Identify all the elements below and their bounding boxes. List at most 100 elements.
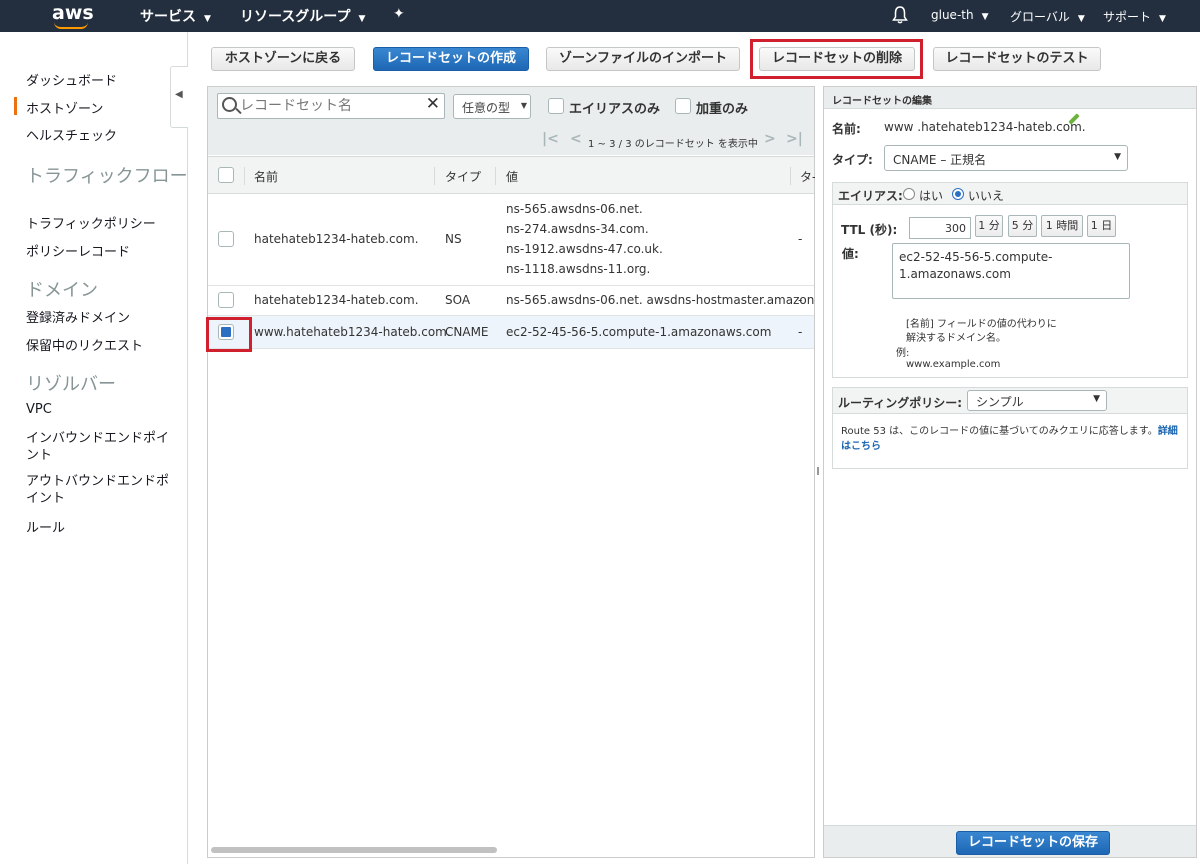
chevron-down-icon: ▼ [358,14,366,24]
services-menu[interactable]: サービス ▼ [140,6,211,26]
row-value: ns-565.awsdns-06.net. awsdns-hostmaster.… [506,293,819,307]
row-value: ns-1912.awsdns-47.co.uk. [506,242,663,256]
type-select[interactable]: CNAME – 正規名 ▼ [884,145,1128,171]
chevron-down-icon: ▼ [520,101,527,110]
delete-record-set-button[interactable]: レコードセットの削除 [759,47,915,71]
table-row-selected[interactable]: www.hatehateb1234-hateb.com. CNAME ec2-5… [208,316,814,349]
table-row[interactable]: hatehateb1234-hateb.com. NS ns-565.awsdn… [208,194,814,286]
column-divider [790,167,791,185]
user-menu[interactable]: glue-th ▼ [931,8,989,22]
sidebar-item-policy-records[interactable]: ポリシーレコード [26,241,130,260]
aws-smile-icon [54,22,88,29]
resource-groups-menu[interactable]: リソースグループ ▼ [240,6,365,26]
back-to-hosted-zones-button[interactable]: ホストゾーンに戻る [211,47,355,71]
pager-text: 1 ~ 3 / 3 のレコードセット を表示中 [588,139,758,150]
type-label: タイプ: [832,153,873,167]
clear-icon[interactable]: ✕ [426,94,440,114]
sidebar-item-inbound-endpoints[interactable]: インバウンドエンドポイント [26,430,176,464]
table-row[interactable]: hatehateb1234-hateb.com. SOA ns-565.awsd… [208,286,818,316]
ttl-5min-button[interactable]: 5 分 [1008,215,1037,237]
last-page-icon[interactable]: >| [786,131,803,147]
ttl-1min-button[interactable]: 1 分 [975,215,1003,237]
alias-only-label: エイリアスのみ [569,102,661,117]
ttl-1hour-button[interactable]: 1 時間 [1041,215,1083,237]
support-label: サポート [1103,10,1152,24]
import-zone-file-button[interactable]: ゾーンファイルのインポート [546,47,740,71]
chevron-left-icon: ◀ [175,89,183,100]
search-box: ✕ [217,93,445,119]
value-hint: [名前] フィールドの値の代わりに [906,319,1057,330]
ttl-1day-button[interactable]: 1 日 [1087,215,1116,237]
create-record-set-button[interactable]: レコードセットの作成 [373,47,529,71]
save-record-set-button[interactable]: レコードセットの保存 [956,831,1110,855]
chevron-down-icon: ▼ [1093,394,1100,404]
table-header: 名前 タイプ 値 タ- [208,156,816,194]
column-divider [495,167,496,185]
row-name: hatehateb1234-hateb.com. [254,293,419,307]
name-value: www .hatehateb1234-hateb.com. [884,120,1086,134]
prev-page-icon[interactable]: < [570,131,582,147]
next-page-icon[interactable]: > [764,131,776,147]
sidebar-item-health-checks[interactable]: ヘルスチェック [26,125,117,144]
search-icon [222,97,237,112]
name-label: 名前: [832,122,861,136]
sidebar-heading-domains: ドメイン [26,280,98,301]
test-record-set-button[interactable]: レコードセットのテスト [933,47,1101,71]
sidebar-item-rules[interactable]: ルール [26,517,65,536]
weighted-only-checkbox[interactable] [675,98,691,114]
resource-groups-label: リソースグループ [240,9,351,25]
panel-splitter[interactable]: ‖ [815,86,823,858]
region-menu[interactable]: グローバル ▼ [1010,8,1085,25]
chevron-down-icon: ▼ [1114,152,1121,162]
sidebar-item-pending-requests[interactable]: 保留中のリクエスト [26,335,143,354]
sidebar-item-traffic-policies[interactable]: トラフィックポリシー [26,213,156,232]
row-value: ns-274.awsdns-34.com. [506,222,649,236]
value-textarea[interactable]: ec2-52-45-56-5.compute- 1.amazonaws.com [892,243,1130,299]
column-divider [434,167,435,185]
routing-select-value: シンプル [976,395,1024,409]
chevron-down-icon: ▼ [1077,14,1085,24]
column-type[interactable]: タイプ [445,168,481,185]
row-name: www.hatehateb1234-hateb.com. [254,325,451,339]
edit-panel-title: レコードセットの編集 [824,87,1196,109]
row-checkbox[interactable] [218,292,234,308]
row-type: SOA [445,293,471,307]
row-checkbox[interactable] [218,231,234,247]
select-all-checkbox[interactable] [218,167,234,183]
horizontal-scrollbar[interactable] [211,847,497,853]
column-value[interactable]: 値 [506,168,518,185]
sidebar-item-registered-domains[interactable]: 登録済みドメイン [26,307,130,326]
type-filter-select[interactable]: 任意の型 ▼ [453,94,531,119]
aws-logo[interactable]: aws [52,2,94,30]
sidebar-heading-resolver: リゾルバー [26,374,116,395]
row-name: hatehateb1234-hateb.com. [254,232,419,246]
alias-header: エイリアス: はい いいえ [833,183,1187,205]
column-extra[interactable]: タ- [800,168,816,185]
first-page-icon[interactable]: |< [542,131,559,147]
sidebar-collapse-button[interactable]: ◀ [170,66,188,128]
column-name[interactable]: 名前 [254,168,278,185]
support-menu[interactable]: サポート ▼ [1103,8,1166,25]
alias-yes-radio[interactable] [903,188,915,200]
row-type: NS [445,232,462,246]
bell-icon[interactable] [892,5,908,25]
search-input[interactable] [240,97,420,115]
routing-select[interactable]: シンプル ▼ [967,390,1107,411]
sidebar-item-dashboard[interactable]: ダッシュボード [26,70,117,89]
value-label: 値: [842,247,859,261]
sidebar-heading-traffic-flow: トラフィックフロー [26,166,188,187]
routing-header: ルーティングポリシー: シンプル ▼ [833,388,1187,414]
sidebar-item-outbound-endpoints[interactable]: アウトバウンドエンドポイント [26,473,176,507]
chevron-down-icon: ▼ [204,14,211,24]
example-value: www.example.com [906,359,1001,370]
sidebar-item-hosted-zones[interactable]: ホストゾーン [26,98,103,117]
alias-only-checkbox[interactable] [548,98,564,114]
pin-icon[interactable]: ✦ [393,6,405,22]
alias-no-label: いいえ [968,189,1005,203]
highlight-box-checkbox [206,317,252,352]
value-hint: 解決するドメイン名。 [906,333,1006,344]
sidebar-item-vpc[interactable]: VPC [26,402,52,417]
alias-no-radio[interactable] [952,188,964,200]
row-extra: - [798,293,803,307]
ttl-input[interactable]: 300 [909,217,971,239]
